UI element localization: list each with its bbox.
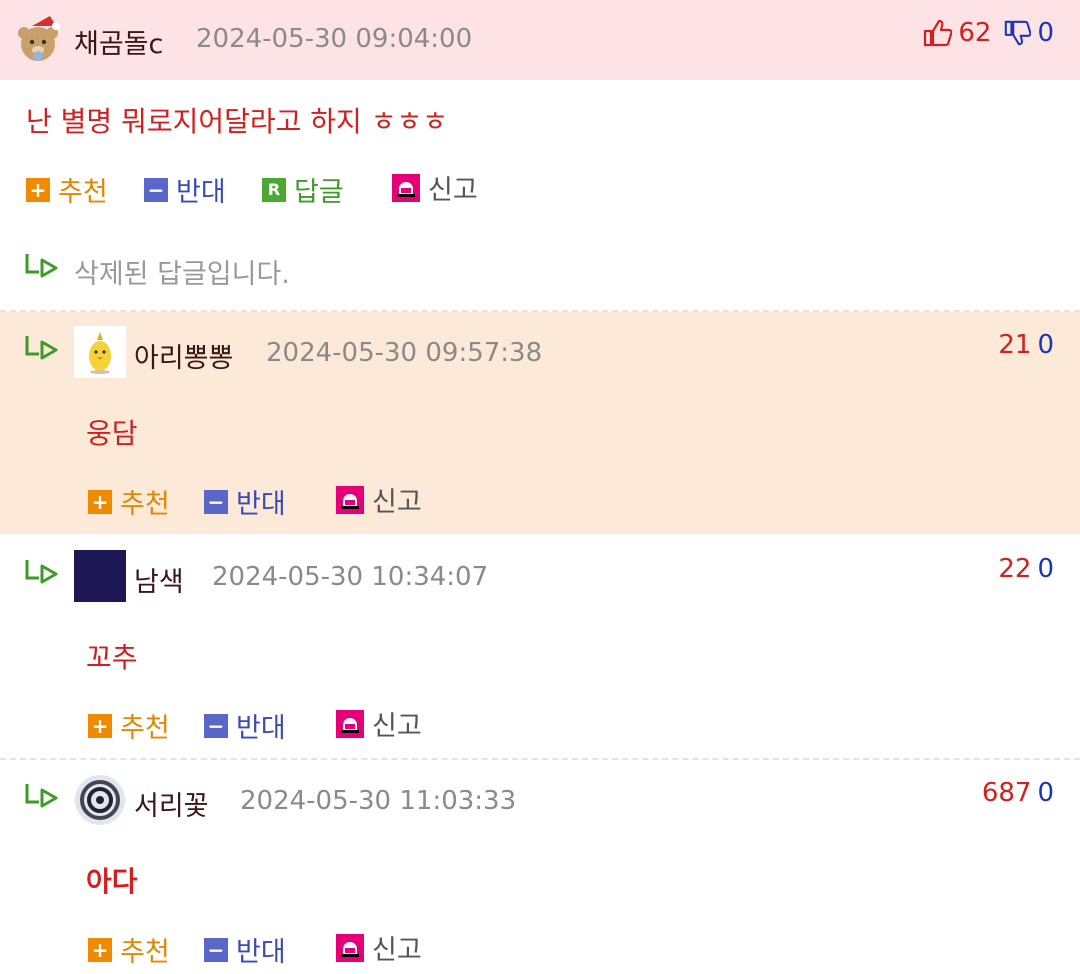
- oppose-button[interactable]: − 반대: [204, 930, 286, 969]
- reply-message: 웅담: [86, 417, 138, 450]
- report-button[interactable]: 신고: [336, 704, 422, 743]
- reply-arrow-icon: [25, 560, 58, 584]
- report-button[interactable]: 신고: [336, 480, 422, 519]
- reply-date: 2024-05-30 10:34:07: [212, 562, 489, 592]
- recommend-label: 추천: [120, 489, 170, 520]
- plus-icon: +: [88, 713, 112, 738]
- report-label: 신고: [372, 935, 422, 966]
- downvote-count: 0: [1037, 330, 1054, 360]
- reply-button[interactable]: R 답글: [262, 170, 344, 209]
- oppose-button[interactable]: − 반대: [204, 706, 286, 745]
- recommend-label: 추천: [58, 177, 108, 208]
- thumbs-down-icon: [1005, 20, 1032, 46]
- reply-message: 아다: [86, 865, 138, 898]
- rose-avatar-icon[interactable]: [74, 774, 126, 826]
- reply-item: 남색 2024-05-30 10:34:07 22 0 꼬추 + 추천 − 반대…: [0, 536, 1080, 760]
- reply-item: 서리꽃 2024-05-30 11:03:33 687 0 아다 + 추천 − …: [0, 760, 1080, 974]
- oppose-button[interactable]: − 반대: [144, 170, 226, 209]
- report-label: 신고: [372, 711, 422, 742]
- comment-nickname[interactable]: 채곰돌c: [74, 22, 163, 61]
- recommend-label: 추천: [120, 937, 170, 968]
- comment-body: 난 별명 뭐로지어달라고 하지 ㅎㅎㅎ + 추천 − 반대 R 답글 신고 삭제…: [0, 80, 1080, 312]
- downvote-count: 0: [1037, 554, 1054, 584]
- oppose-label: 반대: [176, 177, 226, 208]
- comment-thread: 채곰돌c 2024-05-30 09:04:00 62 0 난 별명 뭐로지어달…: [0, 0, 1080, 974]
- vote-counts: 21 0: [998, 330, 1054, 360]
- vote-counts: 22 0: [998, 554, 1054, 584]
- reply-arrow-icon: [25, 784, 58, 808]
- recommend-button[interactable]: + 추천: [88, 706, 170, 745]
- reply-r-icon: R: [262, 177, 286, 202]
- reply-nickname[interactable]: 남색: [134, 560, 184, 599]
- oppose-label: 반대: [236, 937, 286, 968]
- reply-arrow-icon: [25, 336, 58, 360]
- siren-icon: [336, 485, 364, 514]
- comment-date: 2024-05-30 09:04:00: [196, 24, 473, 54]
- reply-date: 2024-05-30 11:03:33: [240, 786, 517, 816]
- siren-icon: [336, 709, 364, 738]
- report-label: 신고: [428, 175, 478, 206]
- reply-date: 2024-05-30 09:57:38: [266, 338, 543, 368]
- navy-avatar-icon[interactable]: [74, 550, 126, 602]
- upvote-count: 22: [998, 554, 1032, 584]
- reply-item: 아리뽕뽕 2024-05-30 09:57:38 21 0 웅담 + 추천 − …: [0, 312, 1080, 534]
- reply-arrow-icon: [25, 254, 58, 278]
- reply-label: 답글: [294, 177, 344, 208]
- report-label: 신고: [372, 487, 422, 518]
- minus-icon: −: [204, 713, 228, 738]
- bear-avatar-icon[interactable]: [12, 14, 64, 66]
- siren-icon: [392, 173, 420, 202]
- downvote-count: 0: [1037, 18, 1054, 48]
- vote-counts: 687 0: [982, 778, 1054, 808]
- oppose-button[interactable]: − 반대: [204, 482, 286, 521]
- oppose-label: 반대: [236, 489, 286, 520]
- upvote-count: 21: [998, 330, 1032, 360]
- comment-header: 채곰돌c 2024-05-30 09:04:00 62 0: [0, 0, 1080, 80]
- minus-icon: −: [204, 489, 228, 514]
- reply-nickname[interactable]: 아리뽕뽕: [134, 336, 233, 375]
- recommend-button[interactable]: + 추천: [88, 482, 170, 521]
- siren-icon: [336, 933, 364, 962]
- reply-nickname[interactable]: 서리꽃: [134, 784, 209, 823]
- thumbs-up-icon: [924, 19, 953, 47]
- recommend-button[interactable]: + 추천: [26, 170, 108, 209]
- minus-icon: −: [144, 177, 168, 202]
- recommend-label: 추천: [120, 713, 170, 744]
- downvote-count: 0: [1037, 778, 1054, 808]
- deleted-reply-text: 삭제된 답글입니다.: [74, 259, 290, 290]
- plus-icon: +: [88, 937, 112, 962]
- recommend-button[interactable]: + 추천: [88, 930, 170, 969]
- comment-message: 난 별명 뭐로지어달라고 하지 ㅎㅎㅎ: [26, 105, 449, 138]
- upvote-count: 687: [981, 778, 1032, 808]
- upvote-count: 62: [958, 18, 992, 48]
- plus-icon: +: [26, 177, 50, 202]
- report-button[interactable]: 신고: [336, 928, 422, 967]
- reply-message: 꼬추: [86, 641, 138, 674]
- report-button[interactable]: 신고: [392, 168, 478, 207]
- chick-avatar-icon[interactable]: [74, 326, 126, 378]
- vote-counts: 62 0: [922, 18, 1054, 48]
- minus-icon: −: [204, 937, 228, 962]
- oppose-label: 반대: [236, 713, 286, 744]
- plus-icon: +: [88, 489, 112, 514]
